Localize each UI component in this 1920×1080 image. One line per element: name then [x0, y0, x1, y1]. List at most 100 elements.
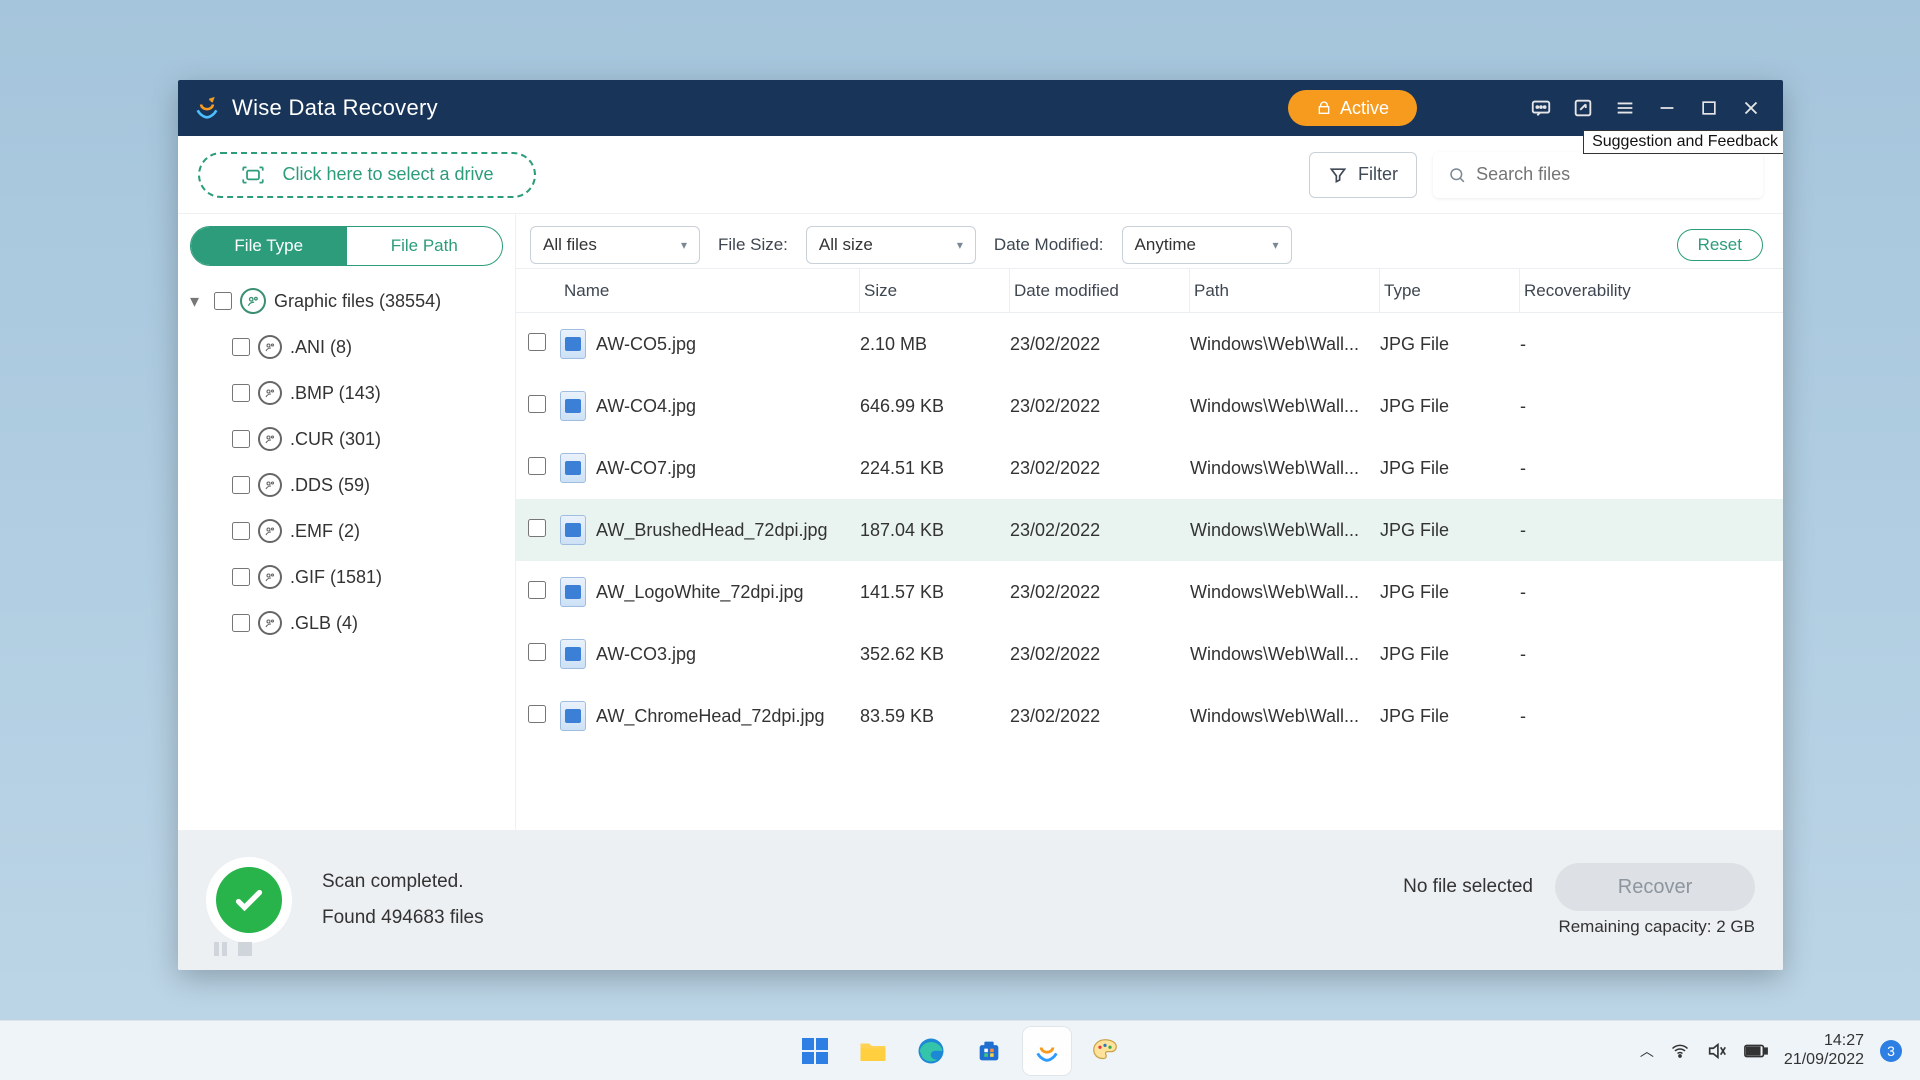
status-bar: Scan completed. Found 494683 files No fi… — [178, 830, 1783, 970]
file-icon — [560, 453, 586, 483]
cell-path: Windows\Web\Wall... — [1190, 396, 1380, 417]
col-recoverability[interactable]: Recoverability — [1520, 269, 1783, 312]
volume-icon[interactable] — [1706, 1041, 1728, 1061]
stop-icon[interactable] — [238, 942, 252, 956]
table-row[interactable]: AW_ChromeHead_72dpi.jpg83.59 KB23/02/202… — [516, 685, 1783, 747]
tree-item[interactable]: .ANI (8) — [190, 324, 503, 370]
tree-item[interactable]: .CUR (301) — [190, 416, 503, 462]
cell-type: JPG File — [1380, 458, 1520, 479]
cell-path: Windows\Web\Wall... — [1190, 334, 1380, 355]
table-row[interactable]: AW_LogoWhite_72dpi.jpg141.57 KB23/02/202… — [516, 561, 1783, 623]
tree-item-label: .ANI (8) — [290, 337, 352, 358]
table-row[interactable]: AW-CO3.jpg352.62 KB23/02/2022Windows\Web… — [516, 623, 1783, 685]
activate-button[interactable]: Active — [1288, 90, 1417, 126]
filter-button[interactable]: Filter — [1309, 152, 1417, 198]
message-icon[interactable] — [1523, 90, 1559, 126]
cell-type: JPG File — [1380, 396, 1520, 417]
reset-button[interactable]: Reset — [1677, 229, 1763, 261]
tree-item[interactable]: .DDS (59) — [190, 462, 503, 508]
cell-type: JPG File — [1380, 520, 1520, 541]
feedback-icon[interactable] — [1565, 90, 1601, 126]
cell-date: 23/02/2022 — [1010, 458, 1190, 479]
row-checkbox[interactable] — [528, 519, 546, 537]
row-checkbox[interactable] — [528, 705, 546, 723]
maximize-icon[interactable] — [1691, 90, 1727, 126]
row-checkbox[interactable] — [528, 457, 546, 475]
cell-recov: - — [1520, 706, 1783, 727]
close-icon[interactable] — [1733, 90, 1769, 126]
search-input[interactable] — [1476, 164, 1748, 185]
notification-badge[interactable]: 3 — [1880, 1040, 1902, 1062]
status-line2: Found 494683 files — [322, 907, 484, 929]
tree-root-checkbox[interactable] — [214, 292, 232, 310]
wifi-icon[interactable] — [1670, 1041, 1690, 1061]
type-dropdown[interactable]: All files▾ — [530, 226, 700, 264]
toolbar: Click here to select a drive Filter Sugg… — [178, 136, 1783, 214]
file-size-label: File Size: — [718, 235, 788, 255]
col-path[interactable]: Path — [1190, 269, 1380, 312]
filetype-icon — [258, 611, 282, 635]
cell-size: 352.62 KB — [860, 644, 1010, 665]
tree-item[interactable]: .BMP (143) — [190, 370, 503, 416]
battery-icon[interactable] — [1744, 1042, 1768, 1060]
select-drive-button[interactable]: Click here to select a drive — [198, 152, 536, 198]
scan-controls — [214, 942, 252, 956]
tree-item-checkbox[interactable] — [232, 338, 250, 356]
clock-date: 21/09/2022 — [1784, 1051, 1864, 1069]
pause-icon[interactable] — [214, 942, 228, 956]
tray-overflow-icon[interactable]: ︿ — [1640, 1041, 1654, 1061]
col-size[interactable]: Size — [860, 269, 1010, 312]
date-dropdown[interactable]: Anytime▾ — [1122, 226, 1292, 264]
tab-file-type[interactable]: File Type — [191, 227, 347, 265]
cell-date: 23/02/2022 — [1010, 396, 1190, 417]
cell-date: 23/02/2022 — [1010, 520, 1190, 541]
tree-item-label: .EMF (2) — [290, 521, 360, 542]
taskbar-edge[interactable] — [907, 1027, 955, 1075]
search-field[interactable] — [1433, 152, 1763, 198]
col-type[interactable]: Type — [1380, 269, 1520, 312]
tab-file-path[interactable]: File Path — [347, 227, 503, 265]
row-checkbox[interactable] — [528, 643, 546, 661]
tree-root[interactable]: ▾ Graphic files (38554) — [190, 278, 503, 324]
row-checkbox[interactable] — [528, 395, 546, 413]
file-list[interactable]: AW-CO5.jpg2.10 MB23/02/2022Windows\Web\W… — [516, 312, 1783, 830]
scan-complete-icon — [206, 857, 292, 943]
tree-item-checkbox[interactable] — [232, 568, 250, 586]
tree-item-checkbox[interactable] — [232, 614, 250, 632]
app-logo-icon — [192, 93, 222, 123]
tree-item[interactable]: .GLB (4) — [190, 600, 503, 646]
col-name[interactable]: Name — [560, 269, 860, 312]
file-icon — [560, 701, 586, 731]
filetype-icon — [258, 565, 282, 589]
table-row[interactable]: AW-CO4.jpg646.99 KB23/02/2022Windows\Web… — [516, 375, 1783, 437]
taskbar-clock[interactable]: 14:27 21/09/2022 — [1784, 1032, 1864, 1069]
table-row[interactable]: AW_BrushedHead_72dpi.jpg187.04 KB23/02/2… — [516, 499, 1783, 561]
search-icon — [1448, 165, 1466, 185]
cell-recov: - — [1520, 334, 1783, 355]
taskbar-wise-data-recovery[interactable] — [1023, 1027, 1071, 1075]
recover-button[interactable]: Recover — [1555, 863, 1755, 911]
tree-item-checkbox[interactable] — [232, 522, 250, 540]
col-date[interactable]: Date modified — [1010, 269, 1190, 312]
row-checkbox[interactable] — [528, 581, 546, 599]
no-file-selected-label: No file selected — [1403, 876, 1533, 898]
row-checkbox[interactable] — [528, 333, 546, 351]
tree-item[interactable]: .EMF (2) — [190, 508, 503, 554]
taskbar-explorer[interactable] — [849, 1027, 897, 1075]
size-dropdown[interactable]: All size▾ — [806, 226, 976, 264]
chevron-down-icon[interactable]: ▾ — [190, 291, 206, 312]
tree-item-label: .BMP (143) — [290, 383, 381, 404]
minimize-icon[interactable] — [1649, 90, 1685, 126]
tree-item-checkbox[interactable] — [232, 384, 250, 402]
tree-item-checkbox[interactable] — [232, 476, 250, 494]
file-icon — [560, 391, 586, 421]
menu-icon[interactable] — [1607, 90, 1643, 126]
cell-name: AW-CO4.jpg — [596, 396, 696, 417]
start-button[interactable] — [791, 1027, 839, 1075]
table-row[interactable]: AW-CO7.jpg224.51 KB23/02/2022Windows\Web… — [516, 437, 1783, 499]
taskbar-paint[interactable] — [1081, 1027, 1129, 1075]
taskbar-store[interactable] — [965, 1027, 1013, 1075]
table-row[interactable]: AW-CO5.jpg2.10 MB23/02/2022Windows\Web\W… — [516, 313, 1783, 375]
tree-item[interactable]: .GIF (1581) — [190, 554, 503, 600]
tree-item-checkbox[interactable] — [232, 430, 250, 448]
